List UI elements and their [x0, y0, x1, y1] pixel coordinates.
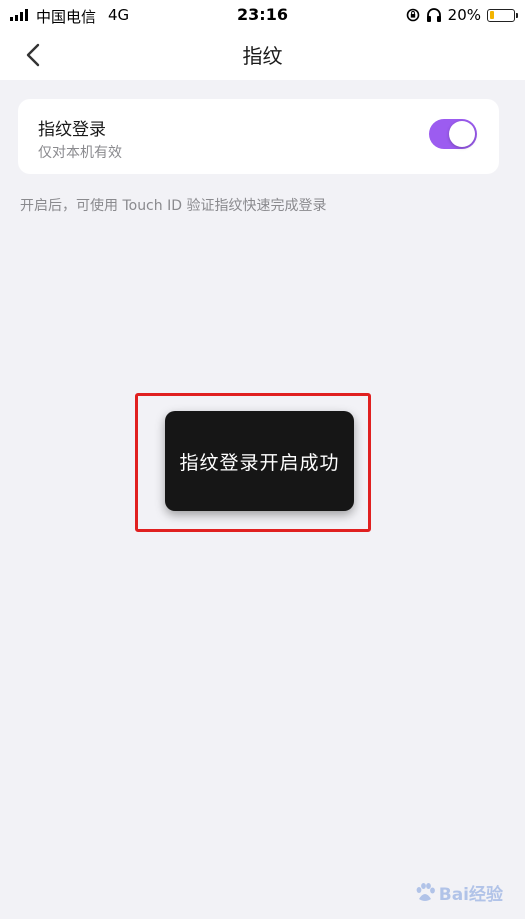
toast-message: 指纹登录开启成功 — [179, 451, 340, 474]
fingerprint-login-setting: 指纹登录 仅对本机有效 — [18, 99, 499, 174]
battery-percent: 20% — [447, 6, 481, 24]
fingerprint-login-toggle[interactable] — [429, 119, 477, 149]
hint-text: 开启后，可使用 Touch ID 验证指纹快速完成登录 — [20, 198, 327, 214]
watermark: Bai经验 — [414, 880, 503, 905]
watermark-text: Bai经验 — [438, 885, 503, 905]
page-title: 指纹 — [242, 44, 283, 68]
headphones-icon — [426, 8, 441, 22]
battery-level-fill — [489, 11, 494, 19]
toast: 指纹登录开启成功 — [165, 411, 354, 511]
toggle-knob — [449, 121, 475, 147]
setting-subtitle: 仅对本机有效 — [38, 145, 122, 161]
rotation-lock-icon — [406, 8, 419, 22]
battery-icon — [487, 8, 518, 22]
status-bar: 中国电信 4G 23:16 20% — [0, 0, 525, 30]
setting-title: 指纹登录 — [38, 120, 106, 140]
baidu-paw-icon — [416, 882, 435, 901]
status-right-group: 20% — [406, 5, 518, 25]
nav-bar: 指纹 — [0, 30, 525, 80]
